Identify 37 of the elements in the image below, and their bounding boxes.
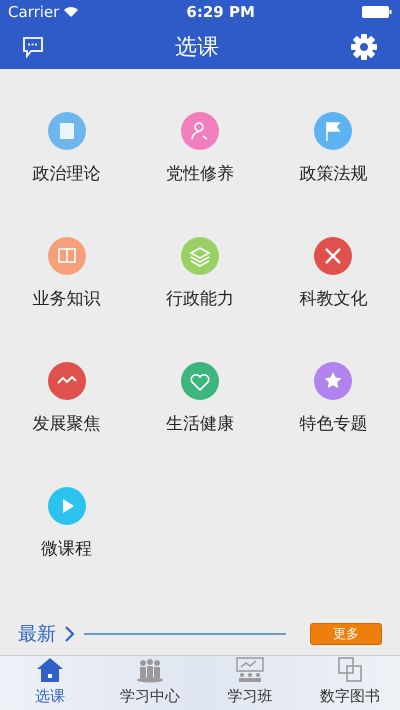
battery-icon: [362, 6, 392, 18]
message-icon[interactable]: [22, 36, 44, 58]
tab-item[interactable]: 学习中心: [100, 656, 200, 710]
category-icon[interactable]: [48, 237, 86, 276]
category-label[interactable]: 行政能力: [166, 287, 234, 310]
wifi-icon: [63, 6, 80, 18]
people-icon: [136, 657, 164, 683]
category-icon[interactable]: [180, 237, 219, 276]
category-label[interactable]: 发展聚焦: [32, 412, 101, 436]
classroom-icon: [235, 657, 265, 683]
carrier-label: Carrier: [8, 3, 60, 22]
category-icon[interactable]: [314, 112, 352, 150]
copy-icon: [336, 657, 364, 683]
tab-item[interactable]: 学习班: [200, 656, 300, 710]
category-label[interactable]: 政策法规: [299, 162, 368, 186]
tab-item[interactable]: 数字图书: [300, 656, 400, 710]
chevron-right-icon: [64, 624, 76, 643]
category-icon[interactable]: [48, 112, 86, 150]
category-icon[interactable]: [48, 362, 86, 400]
category-icon[interactable]: [314, 362, 352, 400]
home-icon: [36, 657, 64, 683]
category-icon[interactable]: [180, 112, 219, 150]
category-label[interactable]: 生活健康: [166, 412, 234, 436]
settings-icon[interactable]: [350, 32, 378, 61]
category-label[interactable]: 政治理论: [32, 162, 101, 186]
category-icon[interactable]: [48, 487, 86, 526]
category-label[interactable]: 微课程: [41, 537, 92, 560]
category-label[interactable]: 科教文化: [299, 287, 368, 310]
category-label[interactable]: 特色专题: [299, 412, 368, 436]
page-title: 选课: [175, 34, 219, 62]
category-label[interactable]: 业务知识: [32, 287, 101, 310]
tab-item[interactable]: 选课: [0, 656, 100, 710]
category-icon[interactable]: [314, 237, 352, 276]
category-icon[interactable]: [180, 362, 219, 400]
status-time: 6:29 PM: [186, 3, 255, 22]
latest-label: 最新: [18, 622, 56, 647]
category-label[interactable]: 党性修养: [166, 162, 234, 186]
